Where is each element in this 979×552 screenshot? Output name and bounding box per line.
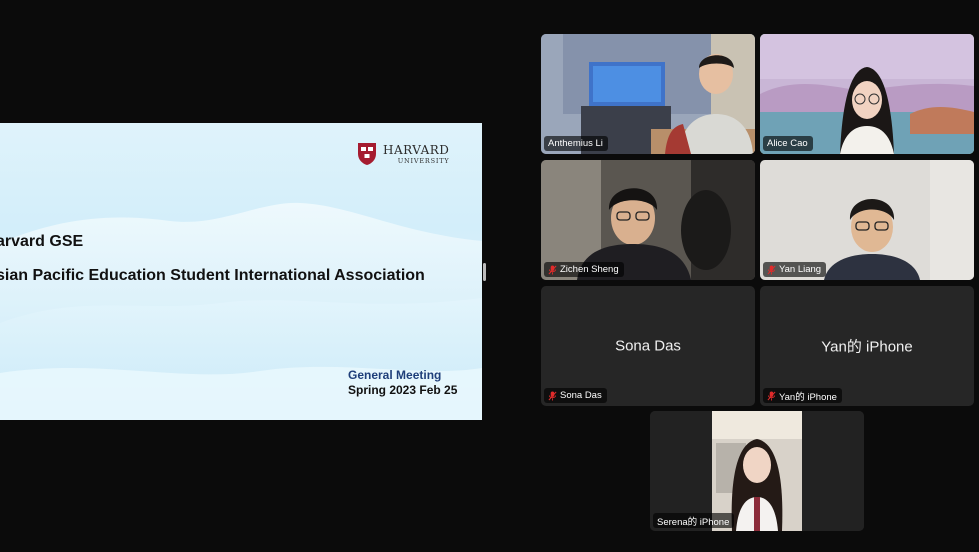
- participant-name-tag: Zichen Sheng: [544, 262, 624, 277]
- participant-name: Anthemius Li: [548, 138, 603, 149]
- slide-date-label: Spring 2023 Feb 25: [348, 383, 458, 397]
- participant-display-name: Yan的 iPhone: [821, 338, 913, 356]
- participant-name: Alice Cao: [767, 138, 808, 149]
- participant-tile-anthemius-li[interactable]: Anthemius Li: [541, 34, 755, 154]
- mic-off-icon: [767, 265, 776, 274]
- slide-title-line-1: arvard GSE: [0, 233, 84, 250]
- slide-title-line-2: sian Pacific Education Student Internati…: [0, 267, 425, 284]
- harvard-shield-icon: [358, 143, 376, 165]
- participant-name: Zichen Sheng: [560, 264, 619, 275]
- participant-tile-alice-cao[interactable]: Alice Cao: [760, 34, 974, 154]
- participant-name-tag: Sona Das: [544, 388, 607, 403]
- participant-name-tag: Alice Cao: [763, 136, 813, 151]
- split-view-handle[interactable]: [483, 263, 486, 281]
- participant-name: Serena的 iPhone: [657, 516, 730, 528]
- participant-name-tag: Serena的 iPhone: [653, 513, 735, 528]
- participant-tile-yan-iphone[interactable]: Yan的 iPhone Yan的 iPhone: [760, 286, 974, 406]
- logo-name: HARVARD: [383, 142, 450, 157]
- participant-name-tag: Anthemius Li: [544, 136, 608, 151]
- participant-display-name: Sona Das: [615, 337, 681, 355]
- participant-tile-sona-das[interactable]: Sona Das Sona Das: [541, 286, 755, 406]
- participant-name-tag: Yan Liang: [763, 262, 827, 277]
- participant-name: Sona Das: [560, 390, 602, 401]
- logo-subtitle: UNIVERSITY: [397, 156, 450, 165]
- participant-tile-serena-iphone[interactable]: Serena的 iPhone: [650, 411, 864, 531]
- slide-meeting-label: General Meeting: [348, 368, 442, 382]
- video-meeting-window: HARVARD UNIVERSITY arvard GSE sian Pacif…: [0, 0, 979, 552]
- mic-off-icon: [767, 391, 776, 400]
- harvard-logo: HARVARD UNIVERSITY: [357, 141, 449, 167]
- mic-off-icon: [548, 265, 557, 274]
- participant-name: Yan Liang: [779, 264, 822, 275]
- mic-off-icon: [548, 391, 557, 400]
- participant-tile-zichen-sheng[interactable]: Zichen Sheng: [541, 160, 755, 280]
- participant-tile-yan-liang[interactable]: Yan Liang: [760, 160, 974, 280]
- participant-name: Yan的 iPhone: [779, 391, 837, 403]
- participant-name-tag: Yan的 iPhone: [763, 388, 842, 403]
